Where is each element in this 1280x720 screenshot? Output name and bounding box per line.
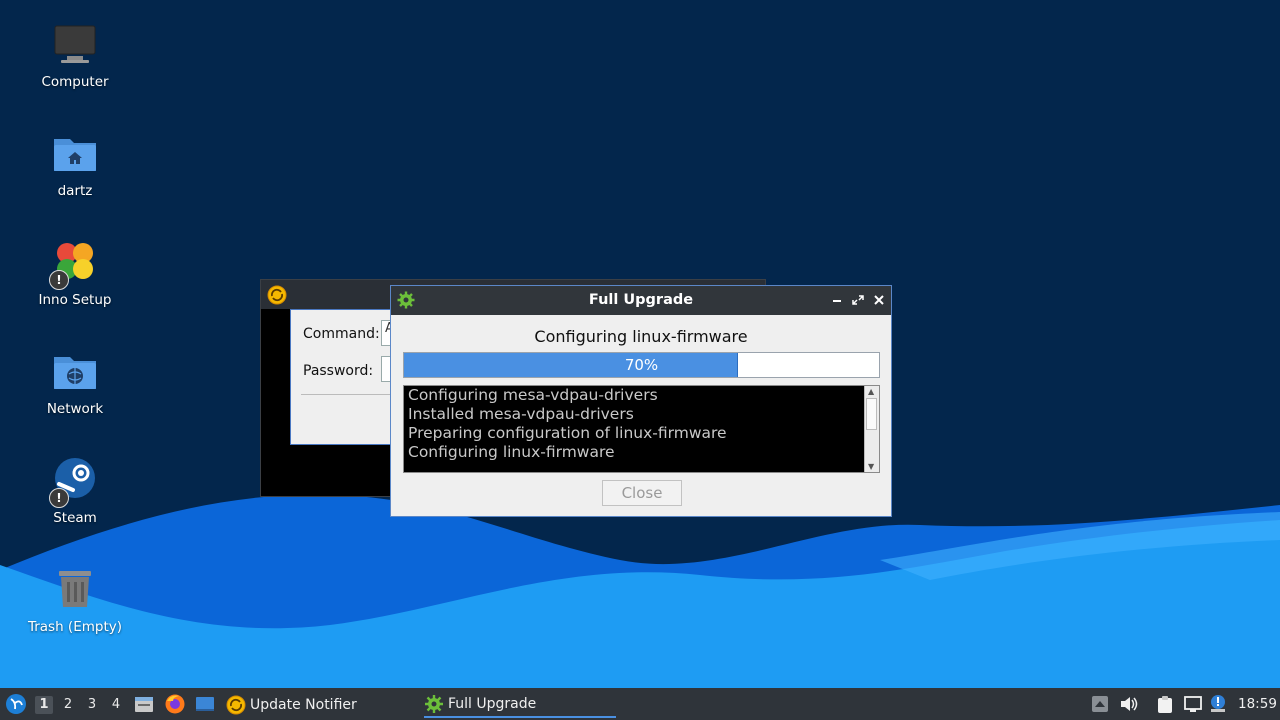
- command-label: Command:: [303, 326, 380, 342]
- warning-icon: !: [49, 270, 69, 290]
- maximize-icon[interactable]: [850, 292, 866, 308]
- workspace-4[interactable]: 4: [107, 696, 125, 714]
- divider: [301, 394, 401, 395]
- task-update-notifier[interactable]: Update Notifier: [226, 692, 416, 718]
- task-label: Full Upgrade: [448, 696, 537, 712]
- computer-icon: [51, 20, 99, 68]
- scroll-up-arrow-icon[interactable]: ▲: [868, 387, 874, 396]
- desktop-icon-network[interactable]: Network: [20, 333, 130, 433]
- desktop-icon-label: Computer: [41, 74, 109, 90]
- desktop-icon-trash[interactable]: Trash (Empty): [20, 551, 130, 651]
- full-upgrade-dialog: Full Upgrade Configuring linux-firmware …: [390, 285, 892, 517]
- log-output[interactable]: Configuring mesa-vdpau-drivers Installed…: [403, 385, 880, 473]
- auth-dialog: Command: A Password:: [290, 309, 402, 445]
- dialog-titlebar[interactable]: Full Upgrade: [391, 286, 891, 315]
- log-scrollbar[interactable]: ▲ ▼: [864, 386, 879, 472]
- log-line: Configuring mesa-vdpau-drivers: [408, 386, 658, 404]
- update-notifier-icon: [226, 695, 246, 715]
- desktop-icon-label: Inno Setup: [38, 292, 112, 308]
- network-folder-icon: [51, 347, 99, 395]
- warning-icon: !: [49, 488, 69, 508]
- workspace-3[interactable]: 3: [83, 696, 101, 714]
- dialog-title: Full Upgrade: [588, 292, 694, 308]
- desktop-icon-inno-setup[interactable]: ! Inno Setup: [20, 224, 130, 324]
- desktop-icon-label: Network: [46, 401, 104, 417]
- network-icon[interactable]: [1183, 694, 1203, 714]
- desktop-icon-home[interactable]: dartz: [20, 115, 130, 215]
- desktop-icon-steam[interactable]: ! Steam: [20, 442, 130, 542]
- task-label: Update Notifier: [250, 697, 357, 713]
- password-label: Password:: [303, 363, 374, 379]
- clock[interactable]: 18:59: [1238, 696, 1277, 712]
- desktop-icon-computer[interactable]: Computer: [20, 6, 130, 106]
- home-folder-icon: [51, 129, 99, 177]
- desktop-icon-label: Steam: [53, 510, 97, 526]
- clipboard-icon[interactable]: [1155, 694, 1175, 714]
- scroll-thumb[interactable]: [866, 398, 877, 430]
- desktop-icon-label: dartz: [57, 183, 93, 199]
- notification-icon[interactable]: [1209, 694, 1229, 714]
- gear-icon: [424, 694, 444, 714]
- desktop-icon-label: Trash (Empty): [27, 619, 123, 635]
- trash-icon: [51, 565, 99, 613]
- task-full-upgrade[interactable]: Full Upgrade: [424, 692, 616, 718]
- scroll-down-arrow-icon[interactable]: ▼: [868, 462, 874, 471]
- arrow-up-icon[interactable]: [1090, 694, 1110, 714]
- taskbar: 1 2 3 4 Update Notifier Full Upgrade 18:…: [0, 688, 1280, 720]
- firefox-icon[interactable]: [164, 693, 186, 719]
- workspace-1[interactable]: 1: [35, 696, 53, 714]
- log-lines: Configuring mesa-vdpau-drivers Installed…: [408, 386, 863, 462]
- status-text: Configuring linux-firmware: [534, 327, 748, 346]
- progress-label: 70%: [624, 356, 659, 374]
- workspace-2[interactable]: 2: [59, 696, 77, 714]
- file-manager-icon[interactable]: [134, 694, 154, 718]
- close-button[interactable]: Close: [602, 480, 682, 506]
- log-line: Installed mesa-vdpau-drivers: [408, 405, 634, 423]
- log-line: Preparing configuration of linux-firmwar…: [408, 424, 727, 442]
- show-desktop-icon[interactable]: [195, 694, 215, 718]
- steam-icon: !: [49, 456, 99, 508]
- log-line: Configuring linux-firmware: [408, 443, 615, 461]
- update-notifier-icon: [267, 285, 287, 309]
- volume-icon[interactable]: [1118, 694, 1138, 714]
- close-icon[interactable]: [871, 292, 887, 308]
- inno-setup-icon: !: [49, 238, 99, 290]
- progress-bar: 70%: [403, 352, 880, 378]
- minimize-icon[interactable]: [829, 292, 845, 308]
- start-menu-icon[interactable]: [5, 693, 27, 719]
